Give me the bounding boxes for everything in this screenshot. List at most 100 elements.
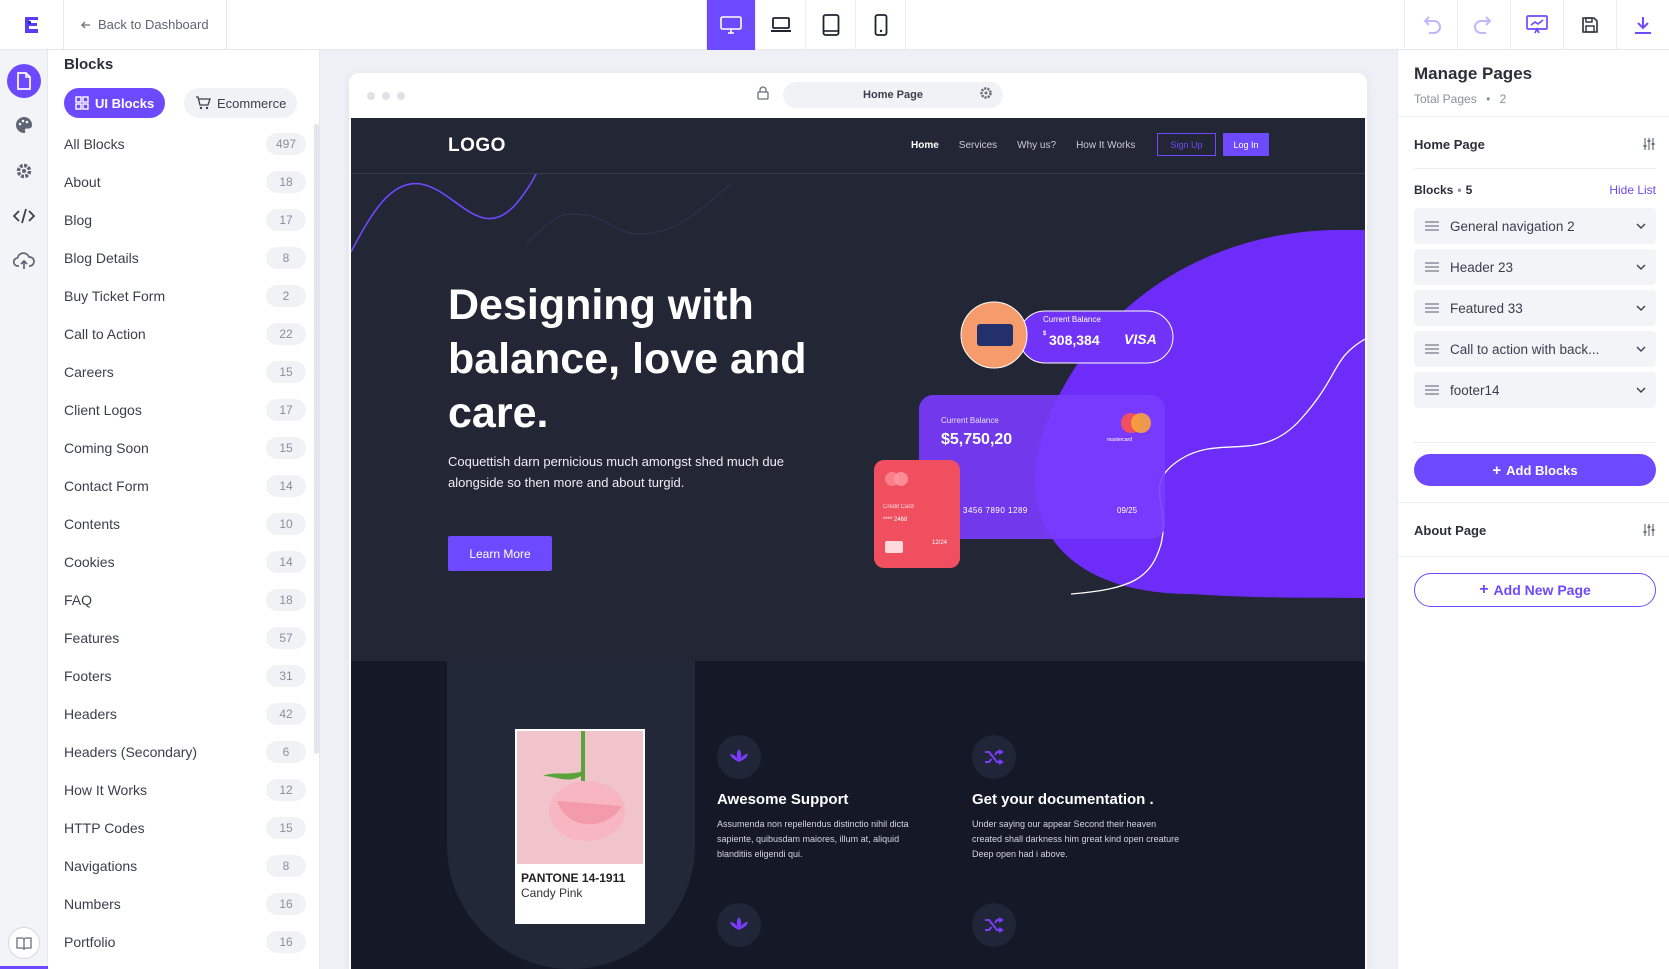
hero-squiggle [351,174,537,253]
category-item[interactable]: Headers 42 [64,699,306,729]
category-item[interactable]: Contents 10 [64,509,306,539]
hide-list-link[interactable]: Hide List [1609,183,1656,197]
preview-button[interactable] [1510,0,1563,50]
rail-code-button[interactable] [7,199,41,233]
blocks-scrollbar[interactable] [314,124,319,754]
site-logo[interactable]: LOGO [448,135,506,157]
page-block-item[interactable]: Call to action with back... [1414,331,1656,367]
category-label: Numbers [64,896,121,912]
site-login-button[interactable]: Log In [1223,133,1269,156]
drag-handle-icon[interactable] [1414,303,1450,313]
category-item[interactable]: HTTP Codes 15 [64,813,306,843]
add-new-page-button[interactable]: + Add New Page [1414,573,1656,607]
category-item[interactable]: All Blocks 497 [64,129,306,159]
app-logo[interactable] [0,0,64,50]
category-item[interactable]: FAQ 18 [64,585,306,615]
page-item-about[interactable]: About Page [1414,516,1656,544]
category-item[interactable]: Cookies 14 [64,547,306,577]
category-item[interactable]: Headers (Secondary) 6 [64,737,306,767]
phone-icon [874,14,887,36]
category-item[interactable]: Careers 15 [64,357,306,387]
page-settings-icon[interactable] [979,86,993,100]
category-label: FAQ [64,592,93,608]
category-item[interactable]: Coming Soon 15 [64,433,306,463]
site-nav-how-it-works[interactable]: How It Works [1076,140,1135,151]
category-item[interactable]: Blog Details 8 [64,243,306,273]
site-preview[interactable]: LOGO Home Services Why us? How It Works … [351,118,1365,969]
page-block-item[interactable]: General navigation 2 [1414,208,1656,244]
page-block-item[interactable]: footer14 [1414,372,1656,408]
chevron-down-icon[interactable] [1626,346,1656,352]
drag-handle-icon[interactable] [1414,221,1450,231]
tablet-view-button[interactable] [806,0,856,50]
learn-more-button[interactable]: Learn More [448,536,552,571]
phone-view-button[interactable] [856,0,906,50]
support-feature-icon-2 [717,903,761,947]
blocks-list-header: Blocks • 5 Hide List [1414,180,1656,200]
category-item[interactable]: Portfolio 16 [64,927,306,957]
download-button[interactable] [1616,0,1669,50]
category-count-badge: 17 [266,399,306,421]
laptop-view-button[interactable] [756,0,806,50]
chevron-down-icon[interactable] [1626,387,1656,393]
category-item[interactable]: Numbers 16 [64,889,306,919]
rail-pages-button[interactable] [7,64,41,98]
rail-docs-button[interactable] [8,927,40,959]
palette-icon [16,116,33,133]
category-item[interactable]: Blog 17 [64,205,306,235]
add-blocks-button[interactable]: + Add Blocks [1414,454,1656,486]
chevron-down-icon[interactable] [1626,305,1656,311]
desktop-view-button[interactable] [706,0,756,50]
site-nav-services[interactable]: Services [959,140,997,151]
support-feature-icon [717,735,761,779]
sliders-icon[interactable] [1642,523,1656,537]
category-item[interactable]: Client Logos 17 [64,395,306,425]
site-nav-why-us[interactable]: Why us? [1017,140,1056,151]
desktop-icon [720,16,742,34]
page-block-label: Featured 33 [1450,300,1523,316]
arrow-left-icon [81,21,90,28]
tab-ecommerce[interactable]: Ecommerce [184,88,298,118]
chevron-down-icon[interactable] [1626,223,1656,229]
feature-text-docs: Under saying our appear Second their hea… [972,819,1180,859]
page-block-item[interactable]: Featured 33 [1414,290,1656,326]
category-item[interactable]: Footers 31 [64,661,306,691]
site-nav-home[interactable]: Home [911,140,939,151]
category-item[interactable]: Buy Ticket Form 2 [64,281,306,311]
sliders-icon[interactable] [1642,137,1656,151]
drag-handle-icon[interactable] [1414,385,1450,395]
back-to-dashboard-link[interactable]: Back to Dashboard [64,0,227,50]
rail-publish-button[interactable] [7,244,41,278]
category-count-badge: 22 [266,323,306,345]
category-label: Portfolio [64,934,116,950]
page-item-home[interactable]: Home Page [1414,130,1656,158]
page-block-item[interactable]: Header 23 [1414,249,1656,285]
category-item[interactable]: How It Works 12 [64,775,306,805]
category-item[interactable]: About 18 [64,167,306,197]
visa-logo: VISA [1124,331,1157,347]
page-url-bar[interactable]: Home Page [783,82,1003,108]
rail-styles-button[interactable] [7,108,41,142]
manage-pages-title: Manage Pages [1414,64,1533,83]
undo-button[interactable] [1404,0,1457,50]
cloud-upload-icon [13,252,35,269]
chevron-down-icon[interactable] [1626,264,1656,270]
rail-settings-button[interactable] [7,154,41,188]
category-item[interactable]: Contact Form 14 [64,471,306,501]
redo-button[interactable] [1457,0,1510,50]
category-label: Coming Soon [64,440,149,456]
category-label: Footers [64,668,112,684]
category-item[interactable]: Navigations 8 [64,851,306,881]
plus-icon: + [1492,461,1502,479]
category-count-badge: 17 [266,209,306,231]
drag-handle-icon[interactable] [1414,344,1450,354]
tab-ui-blocks[interactable]: UI Blocks [64,88,166,118]
category-item[interactable]: Call to Action 22 [64,319,306,349]
category-item[interactable]: Features 57 [64,623,306,653]
category-label: About [64,174,101,190]
save-button[interactable] [1563,0,1616,50]
drag-handle-icon[interactable] [1414,262,1450,272]
undo-icon [1423,16,1441,34]
site-signup-button[interactable]: Sign Up [1157,133,1216,156]
small-card-label: Current Balance [1043,315,1101,324]
